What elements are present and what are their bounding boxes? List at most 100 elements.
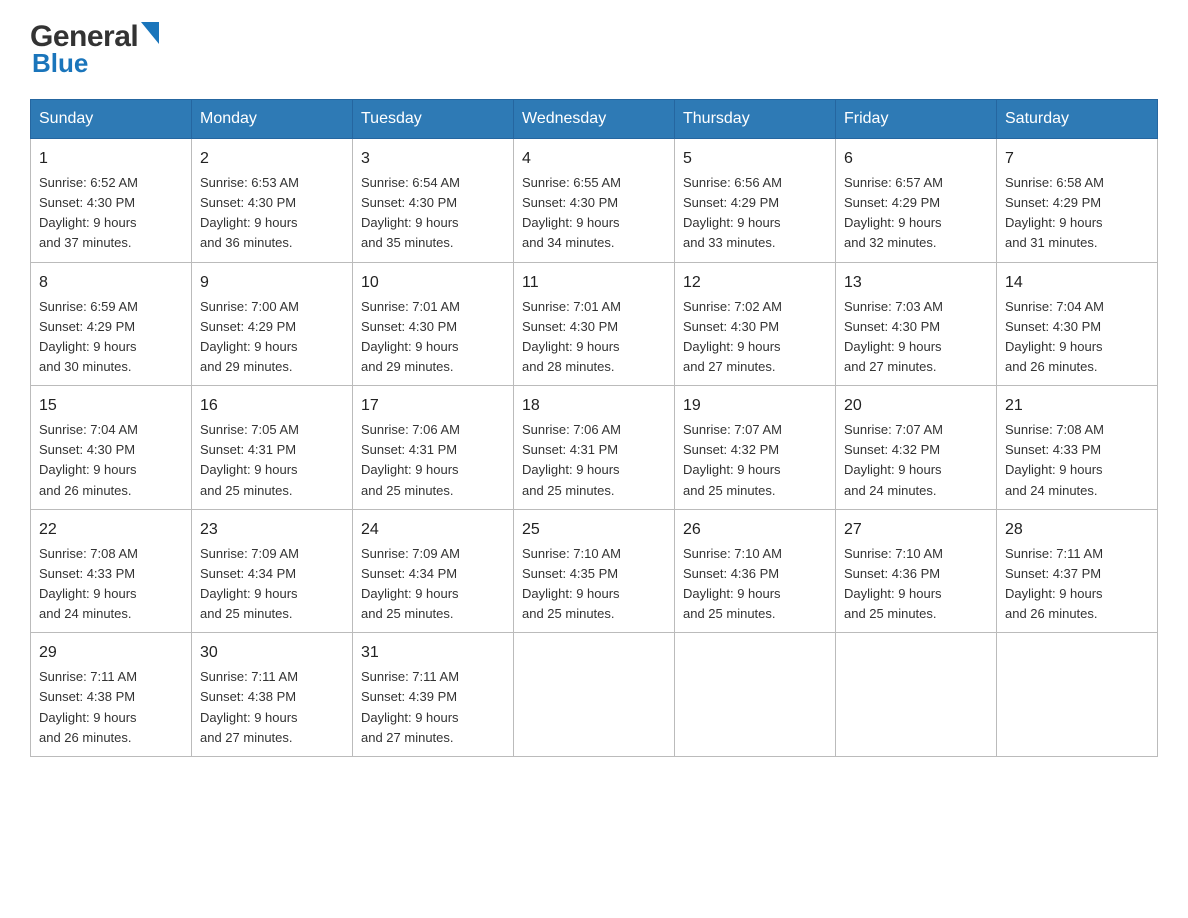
- day-number: 10: [361, 271, 505, 295]
- day-number: 18: [522, 394, 666, 418]
- day-number: 30: [200, 641, 344, 665]
- day-number: 19: [683, 394, 827, 418]
- day-number: 31: [361, 641, 505, 665]
- calendar-cell: [514, 633, 675, 757]
- day-info: Sunrise: 7:10 AMSunset: 4:35 PMDaylight:…: [522, 546, 621, 621]
- day-number: 5: [683, 147, 827, 171]
- calendar-cell: 12 Sunrise: 7:02 AMSunset: 4:30 PMDaylig…: [675, 262, 836, 386]
- day-number: 24: [361, 518, 505, 542]
- day-number: 23: [200, 518, 344, 542]
- day-number: 16: [200, 394, 344, 418]
- day-number: 25: [522, 518, 666, 542]
- day-info: Sunrise: 6:54 AMSunset: 4:30 PMDaylight:…: [361, 175, 460, 250]
- day-info: Sunrise: 6:53 AMSunset: 4:30 PMDaylight:…: [200, 175, 299, 250]
- calendar-cell: 13 Sunrise: 7:03 AMSunset: 4:30 PMDaylig…: [836, 262, 997, 386]
- day-info: Sunrise: 7:06 AMSunset: 4:31 PMDaylight:…: [522, 422, 621, 497]
- calendar-cell: 5 Sunrise: 6:56 AMSunset: 4:29 PMDayligh…: [675, 139, 836, 263]
- day-number: 20: [844, 394, 988, 418]
- calendar-cell: 22 Sunrise: 7:08 AMSunset: 4:33 PMDaylig…: [31, 509, 192, 633]
- calendar-cell: 24 Sunrise: 7:09 AMSunset: 4:34 PMDaylig…: [353, 509, 514, 633]
- header-monday: Monday: [192, 100, 353, 139]
- calendar-cell: 17 Sunrise: 7:06 AMSunset: 4:31 PMDaylig…: [353, 386, 514, 510]
- calendar-cell: 26 Sunrise: 7:10 AMSunset: 4:36 PMDaylig…: [675, 509, 836, 633]
- calendar-week-row: 29 Sunrise: 7:11 AMSunset: 4:38 PMDaylig…: [31, 633, 1158, 757]
- day-number: 7: [1005, 147, 1149, 171]
- day-number: 29: [39, 641, 183, 665]
- day-number: 22: [39, 518, 183, 542]
- calendar-cell: 4 Sunrise: 6:55 AMSunset: 4:30 PMDayligh…: [514, 139, 675, 263]
- day-number: 4: [522, 147, 666, 171]
- header-sunday: Sunday: [31, 100, 192, 139]
- day-number: 14: [1005, 271, 1149, 295]
- calendar-cell: [836, 633, 997, 757]
- header-saturday: Saturday: [997, 100, 1158, 139]
- day-number: 6: [844, 147, 988, 171]
- day-number: 3: [361, 147, 505, 171]
- calendar-cell: 11 Sunrise: 7:01 AMSunset: 4:30 PMDaylig…: [514, 262, 675, 386]
- calendar-cell: 15 Sunrise: 7:04 AMSunset: 4:30 PMDaylig…: [31, 386, 192, 510]
- day-info: Sunrise: 7:10 AMSunset: 4:36 PMDaylight:…: [683, 546, 782, 621]
- calendar-cell: 6 Sunrise: 6:57 AMSunset: 4:29 PMDayligh…: [836, 139, 997, 263]
- day-info: Sunrise: 7:07 AMSunset: 4:32 PMDaylight:…: [683, 422, 782, 497]
- calendar-cell: 31 Sunrise: 7:11 AMSunset: 4:39 PMDaylig…: [353, 633, 514, 757]
- calendar-week-row: 1 Sunrise: 6:52 AMSunset: 4:30 PMDayligh…: [31, 139, 1158, 263]
- day-info: Sunrise: 7:11 AMSunset: 4:38 PMDaylight:…: [200, 669, 298, 744]
- day-number: 12: [683, 271, 827, 295]
- day-info: Sunrise: 7:01 AMSunset: 4:30 PMDaylight:…: [361, 299, 460, 374]
- day-info: Sunrise: 7:10 AMSunset: 4:36 PMDaylight:…: [844, 546, 943, 621]
- calendar-cell: 28 Sunrise: 7:11 AMSunset: 4:37 PMDaylig…: [997, 509, 1158, 633]
- day-number: 17: [361, 394, 505, 418]
- day-info: Sunrise: 7:04 AMSunset: 4:30 PMDaylight:…: [1005, 299, 1104, 374]
- day-info: Sunrise: 7:02 AMSunset: 4:30 PMDaylight:…: [683, 299, 782, 374]
- day-info: Sunrise: 6:56 AMSunset: 4:29 PMDaylight:…: [683, 175, 782, 250]
- calendar-cell: [675, 633, 836, 757]
- calendar-cell: 1 Sunrise: 6:52 AMSunset: 4:30 PMDayligh…: [31, 139, 192, 263]
- day-info: Sunrise: 7:04 AMSunset: 4:30 PMDaylight:…: [39, 422, 138, 497]
- day-number: 8: [39, 271, 183, 295]
- day-info: Sunrise: 7:11 AMSunset: 4:39 PMDaylight:…: [361, 669, 459, 744]
- calendar-week-row: 22 Sunrise: 7:08 AMSunset: 4:33 PMDaylig…: [31, 509, 1158, 633]
- calendar-cell: 29 Sunrise: 7:11 AMSunset: 4:38 PMDaylig…: [31, 633, 192, 757]
- day-info: Sunrise: 7:08 AMSunset: 4:33 PMDaylight:…: [39, 546, 138, 621]
- calendar-cell: 14 Sunrise: 7:04 AMSunset: 4:30 PMDaylig…: [997, 262, 1158, 386]
- header-friday: Friday: [836, 100, 997, 139]
- page-header: General Blue: [30, 20, 1158, 79]
- day-info: Sunrise: 7:08 AMSunset: 4:33 PMDaylight:…: [1005, 422, 1104, 497]
- calendar-cell: 9 Sunrise: 7:00 AMSunset: 4:29 PMDayligh…: [192, 262, 353, 386]
- day-number: 28: [1005, 518, 1149, 542]
- calendar-cell: 30 Sunrise: 7:11 AMSunset: 4:38 PMDaylig…: [192, 633, 353, 757]
- calendar-cell: 2 Sunrise: 6:53 AMSunset: 4:30 PMDayligh…: [192, 139, 353, 263]
- calendar-cell: 19 Sunrise: 7:07 AMSunset: 4:32 PMDaylig…: [675, 386, 836, 510]
- day-info: Sunrise: 7:11 AMSunset: 4:37 PMDaylight:…: [1005, 546, 1103, 621]
- day-info: Sunrise: 7:09 AMSunset: 4:34 PMDaylight:…: [361, 546, 460, 621]
- day-info: Sunrise: 6:59 AMSunset: 4:29 PMDaylight:…: [39, 299, 138, 374]
- header-wednesday: Wednesday: [514, 100, 675, 139]
- logo: General Blue: [30, 20, 159, 79]
- day-info: Sunrise: 7:05 AMSunset: 4:31 PMDaylight:…: [200, 422, 299, 497]
- day-number: 15: [39, 394, 183, 418]
- calendar-cell: 23 Sunrise: 7:09 AMSunset: 4:34 PMDaylig…: [192, 509, 353, 633]
- day-info: Sunrise: 7:06 AMSunset: 4:31 PMDaylight:…: [361, 422, 460, 497]
- header-tuesday: Tuesday: [353, 100, 514, 139]
- day-number: 27: [844, 518, 988, 542]
- calendar-cell: 18 Sunrise: 7:06 AMSunset: 4:31 PMDaylig…: [514, 386, 675, 510]
- logo-triangle-icon: [141, 22, 159, 49]
- calendar-cell: 25 Sunrise: 7:10 AMSunset: 4:35 PMDaylig…: [514, 509, 675, 633]
- day-number: 2: [200, 147, 344, 171]
- day-number: 21: [1005, 394, 1149, 418]
- day-info: Sunrise: 7:01 AMSunset: 4:30 PMDaylight:…: [522, 299, 621, 374]
- day-info: Sunrise: 6:57 AMSunset: 4:29 PMDaylight:…: [844, 175, 943, 250]
- day-info: Sunrise: 7:07 AMSunset: 4:32 PMDaylight:…: [844, 422, 943, 497]
- day-number: 13: [844, 271, 988, 295]
- day-info: Sunrise: 6:52 AMSunset: 4:30 PMDaylight:…: [39, 175, 138, 250]
- day-number: 26: [683, 518, 827, 542]
- day-info: Sunrise: 7:03 AMSunset: 4:30 PMDaylight:…: [844, 299, 943, 374]
- calendar-cell: 27 Sunrise: 7:10 AMSunset: 4:36 PMDaylig…: [836, 509, 997, 633]
- day-info: Sunrise: 7:09 AMSunset: 4:34 PMDaylight:…: [200, 546, 299, 621]
- calendar-cell: 7 Sunrise: 6:58 AMSunset: 4:29 PMDayligh…: [997, 139, 1158, 263]
- day-number: 1: [39, 147, 183, 171]
- calendar-week-row: 15 Sunrise: 7:04 AMSunset: 4:30 PMDaylig…: [31, 386, 1158, 510]
- day-info: Sunrise: 7:11 AMSunset: 4:38 PMDaylight:…: [39, 669, 137, 744]
- calendar-cell: 16 Sunrise: 7:05 AMSunset: 4:31 PMDaylig…: [192, 386, 353, 510]
- calendar-cell: 8 Sunrise: 6:59 AMSunset: 4:29 PMDayligh…: [31, 262, 192, 386]
